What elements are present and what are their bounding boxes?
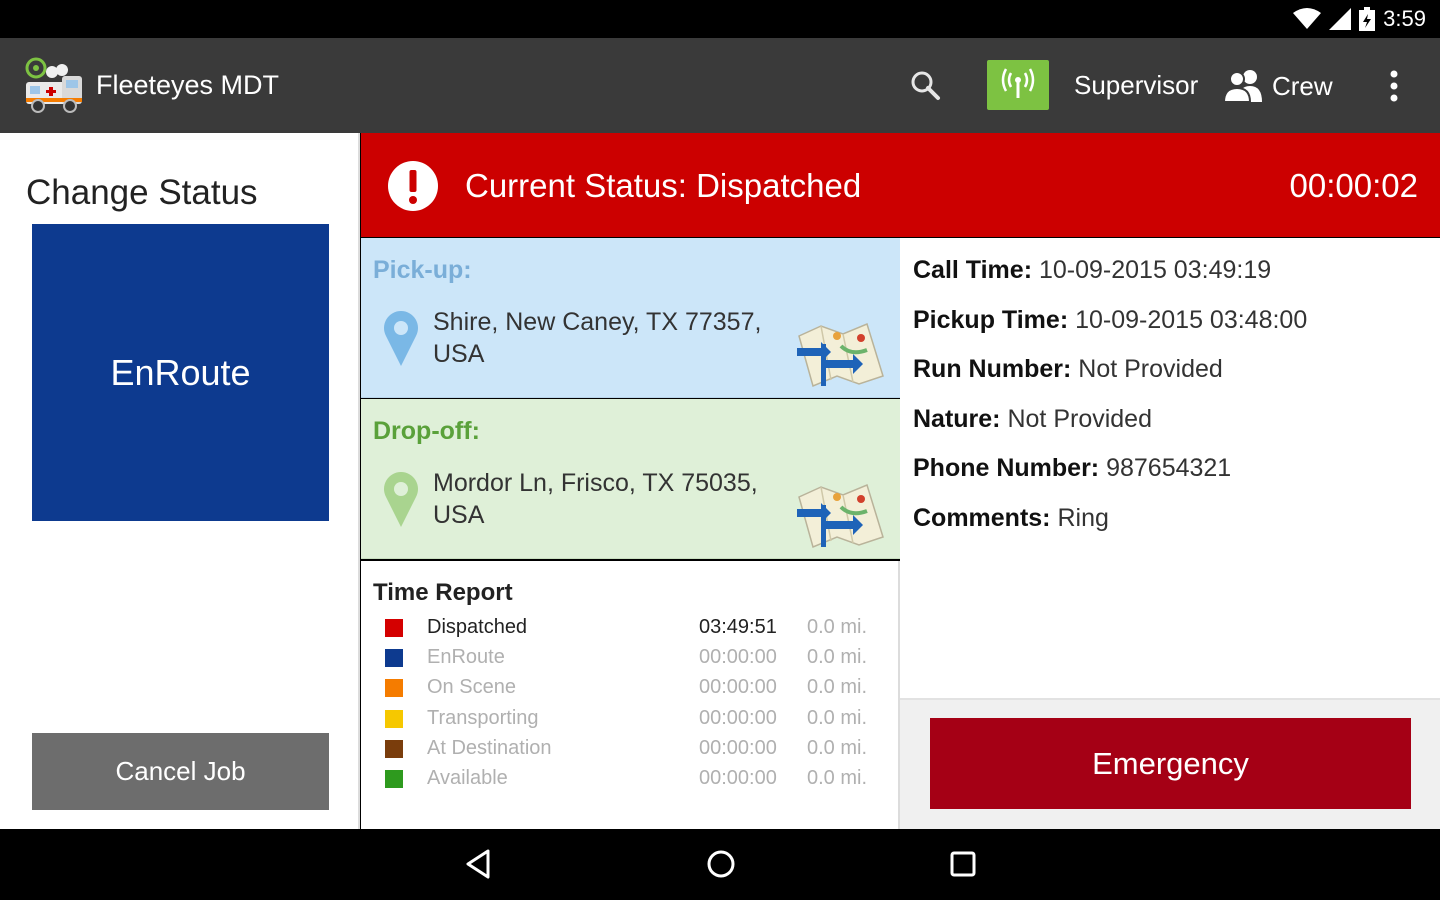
clock: 3:59 [1383,6,1426,31]
app-bar: Fleeteyes MDT Supervisor Crew [0,38,1440,133]
location-pin-icon [384,311,418,366]
nature-value: Not Provided [1007,405,1152,433]
pickup-address: Shire, New Caney, TX 77357, USA [433,306,793,370]
connection-status-button[interactable] [987,60,1049,110]
pickup-card: Pick-up: Shire, New Caney, TX 77357, USA [361,238,900,398]
comments-value: Ring [1057,504,1109,532]
home-icon[interactable] [704,847,738,881]
status-distance: 0.0 mi. [807,616,868,638]
status-color-swatch [385,770,403,788]
map-directions-icon[interactable] [791,477,887,549]
status-color-swatch [385,679,403,697]
time-report-title: Time Report [373,579,513,606]
call-time-label: Call Time: [913,256,1033,284]
pickup-label: Pick-up: [373,256,472,284]
status-timer: 00:00:02 [1289,167,1418,204]
status-time: 00:00:00 [699,737,777,759]
pickup-time: Pickup Time: 10-09-2015 03:48:00 [913,306,1307,335]
nature-label: Nature: [913,405,1001,433]
recents-icon[interactable] [946,847,980,881]
crew-label: Crew [1272,70,1333,101]
back-icon[interactable] [462,847,496,881]
status-time: 00:00:00 [699,676,777,698]
status-name: At Destination [427,737,552,759]
change-status-panel: Change Status EnRoute Cancel Job [0,133,360,829]
more-vert-icon[interactable] [1380,68,1408,104]
change-status-title: Change Status [26,173,258,212]
crew-icon [1222,70,1262,103]
status-distance: 0.0 mi. [807,707,868,729]
battery-icon [1359,7,1376,31]
call-time-value: 10-09-2015 03:49:19 [1038,256,1272,284]
status-color-swatch [385,740,403,758]
search-icon[interactable] [906,66,946,106]
time-report-row: Transporting 00:00:00 0.0 mi. [385,705,885,735]
pickup-address-line1: Shire, New Caney, TX 77357, [433,308,762,336]
status-name: Available [427,767,508,789]
job-details: Call Time: 10-09-2015 03:49:19 Pickup Ti… [900,238,1440,700]
pickup-address-line2: USA [433,340,485,368]
dropoff-card: Drop-off: Mordor Ln, Frisco, TX 75035, U… [361,399,900,559]
status-distance: 0.0 mi. [807,676,868,698]
app-title: Fleeteyes MDT [96,70,280,100]
pickup-time-label: Pickup Time: [913,306,1069,334]
run-number-value: Not Provided [1078,355,1223,383]
alert-icon [388,161,438,211]
time-report-row: At Destination 00:00:00 0.0 mi. [385,735,885,765]
dropoff-label: Drop-off: [373,417,480,445]
wireless-signal-icon [1001,68,1035,98]
pickup-time-value: 10-09-2015 03:48:00 [1075,306,1308,334]
status-distance: 0.0 mi. [807,767,868,789]
status-time: 03:49:51 [699,616,777,638]
status-time: 00:00:00 [699,707,777,729]
phone-number-label: Phone Number: [913,454,1100,482]
comments-label: Comments: [913,504,1051,532]
time-report-row: EnRoute 00:00:00 0.0 mi. [385,644,885,674]
crew-button[interactable]: Crew [1222,66,1333,106]
cell-signal-icon [1329,8,1352,30]
wifi-icon [1293,8,1322,29]
system-nav-bar [0,829,1440,900]
dropoff-address-line1: Mordor Ln, Frisco, TX 75035, [433,469,758,497]
status-color-swatch [385,619,403,637]
enroute-status-button[interactable]: EnRoute [32,224,329,521]
phone-number-value: 987654321 [1106,454,1232,482]
phone-number: Phone Number: 987654321 [913,454,1231,483]
status-name: Dispatched [427,616,528,638]
supervisor-button[interactable]: Supervisor [1074,70,1198,101]
time-report-row: Dispatched 03:49:51 0.0 mi. [385,614,885,644]
status-name: On Scene [427,676,516,698]
status-distance: 0.0 mi. [807,646,868,668]
dropoff-address: Mordor Ln, Frisco, TX 75035, USA [433,467,793,531]
current-status-text: Current Status: Dispatched [465,167,862,204]
system-status-bar: 3:59 [0,0,1440,38]
status-time: 00:00:00 [699,767,777,789]
current-status-banner: Current Status: Dispatched 00:00:02 [361,133,1440,237]
time-report-row: Available 00:00:00 0.0 mi. [385,765,885,795]
map-directions-icon[interactable] [791,316,887,388]
emergency-button[interactable]: Emergency [930,718,1411,809]
status-name: EnRoute [427,646,505,668]
status-time: 00:00:00 [699,646,777,668]
run-number-label: Run Number: [913,355,1072,383]
nature: Nature: Not Provided [913,405,1152,434]
run-number: Run Number: Not Provided [913,355,1223,384]
comments: Comments: Ring [913,504,1109,533]
status-distance: 0.0 mi. [807,737,868,759]
status-color-swatch [385,710,403,728]
status-color-swatch [385,649,403,667]
time-report: Time Report Dispatched 03:49:51 0.0 mi. … [361,561,900,829]
time-report-row: On Scene 00:00:00 0.0 mi. [385,674,885,704]
emergency-area: Emergency [900,700,1440,829]
call-time: Call Time: 10-09-2015 03:49:19 [913,256,1271,285]
location-pin-icon [384,472,418,527]
status-name: Transporting [427,707,539,729]
cancel-job-button[interactable]: Cancel Job [32,733,329,810]
dropoff-address-line2: USA [433,501,485,529]
ambulance-logo-icon [25,57,82,113]
